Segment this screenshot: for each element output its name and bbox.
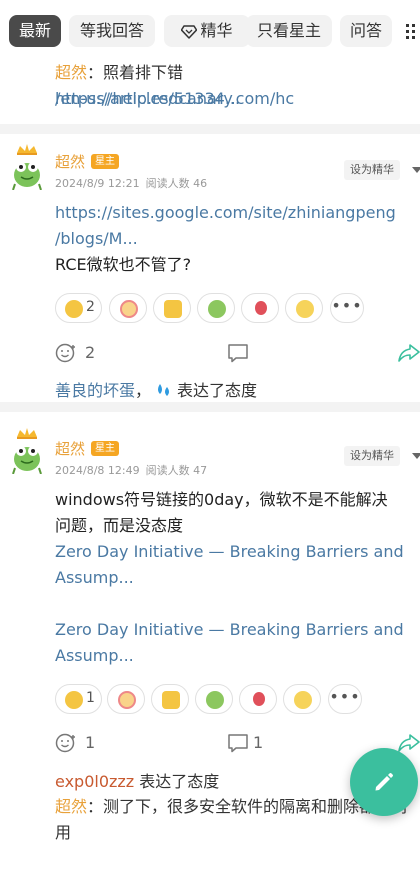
tab-qa[interactable]: 问答 <box>340 15 392 47</box>
pencil-icon <box>375 773 393 791</box>
reaction-thumbs-down[interactable] <box>151 684 189 714</box>
share-action[interactable] <box>398 732 420 754</box>
reaction-smirk[interactable] <box>283 684 321 714</box>
baby-face-icon <box>118 691 136 709</box>
comment-icon <box>228 734 248 753</box>
like-action[interactable]: 2 <box>55 342 105 364</box>
reacted-text: 表达了态度 <box>177 381 258 400</box>
reaction-frog[interactable] <box>197 293 235 323</box>
post-link[interactable]: Zero Day Initiative — Breaking Barriers … <box>55 617 407 643</box>
more-reactions-button[interactable]: ••• <box>328 684 362 714</box>
tab-latest[interactable]: 最新 <box>9 15 61 47</box>
filter-tabs: 最新 等我回答 精华 只看星主 问答 <box>0 0 420 62</box>
post-body-cont: 问题，而是没态度 <box>55 516 184 535</box>
reaction-baby[interactable] <box>109 293 147 323</box>
comment-action[interactable]: 1 <box>227 732 271 754</box>
reaction-baby[interactable] <box>107 684 145 714</box>
reaction-count: 1 <box>86 690 95 706</box>
comment-icon <box>228 344 248 363</box>
thumbs-down-icon <box>162 691 180 709</box>
reacted-text: 表达了态度 <box>139 772 220 791</box>
comment-action[interactable] <box>227 342 251 364</box>
comment-text-cont: 用 <box>55 823 72 842</box>
set-featured-button[interactable]: 设为精华 <box>344 160 400 180</box>
owner-badge: 星主 <box>91 441 119 456</box>
thumbs-up-icon <box>65 300 83 318</box>
like-count: 1 <box>85 733 96 752</box>
post-link[interactable]: https://sites.google.com/site/zhiniangpe… <box>55 200 407 226</box>
tab-owner-only[interactable]: 只看星主 <box>246 15 332 47</box>
smirk-face-icon <box>296 300 314 318</box>
post-link[interactable]: Zero Day Initiative — Breaking Barriers … <box>55 539 407 565</box>
frog-icon <box>206 691 224 709</box>
comment-text: 照着排下错 <box>103 63 184 82</box>
comment-separator: ： <box>87 797 104 816</box>
tab-featured[interactable]: 精华 <box>164 15 250 47</box>
set-featured-button[interactable]: 设为精华 <box>344 446 400 466</box>
section-divider <box>0 124 420 134</box>
thumbs-up-icon <box>65 691 83 709</box>
chevron-down-icon[interactable] <box>412 167 420 173</box>
compose-button[interactable] <box>350 748 418 816</box>
more-tabs-icon[interactable] <box>406 20 420 42</box>
share-action[interactable] <box>398 342 420 364</box>
author-name[interactable]: 超然 <box>55 151 85 172</box>
reaction-rose[interactable] <box>239 684 277 714</box>
reaction-rose[interactable] <box>241 293 279 323</box>
like-action[interactable]: 1 <box>55 732 99 754</box>
post-date: 2024/8/8 12:49 <box>55 464 140 477</box>
reaction-count: 2 <box>86 299 95 315</box>
post-body: RCE微软也不管了? <box>55 255 192 274</box>
comment-author[interactable]: 超然 <box>55 797 87 816</box>
share-icon <box>398 344 420 362</box>
post-meta: 2024/8/8 12:49 阅读人数 47 <box>55 462 213 478</box>
share-icon <box>398 734 420 752</box>
smiley-add-icon <box>55 343 75 363</box>
smiley-add-icon <box>55 733 75 753</box>
like-count: 2 <box>85 343 96 362</box>
post-card: 超然 星主 2024/8/9 12:21 阅读人数 46 设为精华 https:/… <box>0 134 420 402</box>
reaction-thumbs-up[interactable]: 2 <box>55 293 102 323</box>
chevron-down-icon[interactable] <box>412 453 420 459</box>
author-name[interactable]: 超然 <box>55 438 85 459</box>
comment-separator: ： <box>87 63 104 82</box>
rose-icon <box>255 301 267 315</box>
more-reactions-button[interactable]: ••• <box>330 293 364 323</box>
read-count: 阅读人数 46 <box>145 177 208 190</box>
smirk-face-icon <box>294 691 312 709</box>
comment-author[interactable]: 超然 <box>55 63 87 82</box>
rose-icon <box>253 692 265 706</box>
comment-text: 测了下，很多安全软件的隔离和删除都 <box>103 797 376 816</box>
post-link-cont[interactable]: Assump... <box>55 643 407 669</box>
comment-link-cont[interactable]: /en-us/articles/51334... <box>55 86 412 112</box>
post-body: windows符号链接的0day，微软不是不能解决 <box>55 490 388 509</box>
post-link-cont[interactable]: /blogs/M... <box>55 226 407 252</box>
read-count: 阅读人数 47 <box>145 464 208 477</box>
frog-icon <box>208 300 226 318</box>
reacted-by: 善良的坏蛋， 表达了态度 <box>55 377 257 401</box>
post-meta: 2024/8/9 12:21 阅读人数 46 <box>55 175 213 191</box>
reacted-by: exp0l0zzz 表达了态度 <box>55 768 219 792</box>
tab-waiting-answer[interactable]: 等我回答 <box>69 15 155 47</box>
reaction-thumbs-down[interactable] <box>153 293 191 323</box>
post-link-cont[interactable]: Assump... <box>55 565 407 591</box>
diamond-icon <box>181 25 198 39</box>
avatar[interactable] <box>10 428 44 474</box>
reactor-name[interactable]: exp0l0zzz <box>55 772 134 791</box>
reacted-separator: ， <box>135 381 152 400</box>
reactor-name[interactable]: 善良的坏蛋 <box>55 381 135 400</box>
owner-badge: 星主 <box>91 154 119 169</box>
reaction-thumbs-up[interactable]: 1 <box>55 684 102 714</box>
reaction-frog[interactable] <box>195 684 233 714</box>
sweat-drops-icon <box>155 382 173 398</box>
thumbs-down-icon <box>164 300 182 318</box>
post-date: 2024/8/9 12:21 <box>55 177 140 190</box>
avatar[interactable] <box>10 144 44 190</box>
comment-count: 1 <box>253 733 264 752</box>
tab-featured-label: 精华 <box>200 21 233 40</box>
baby-face-icon <box>120 300 138 318</box>
reaction-smirk[interactable] <box>285 293 323 323</box>
section-divider <box>0 402 420 412</box>
